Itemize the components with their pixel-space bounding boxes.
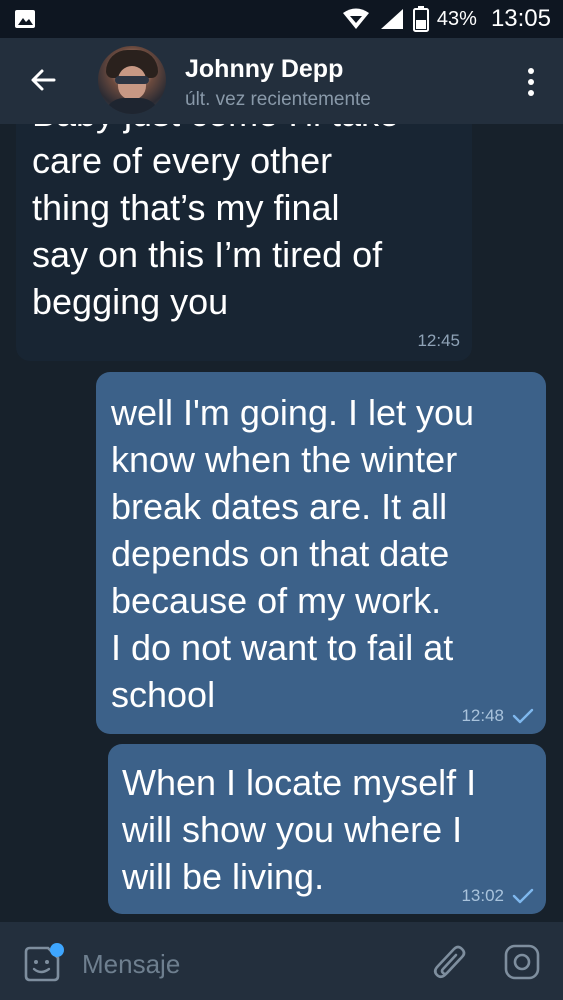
contact-name[interactable]: Johnny Depp <box>185 55 343 84</box>
message-text: Baby just come I'll take care of every o… <box>32 124 399 322</box>
message-bubble-outgoing[interactable]: well I'm going. I let you know when the … <box>96 372 546 734</box>
battery-percent: 43% <box>436 7 477 30</box>
message-bubble-incoming[interactable]: Baby just come I'll take care of every o… <box>16 124 472 361</box>
image-notification-icon <box>15 10 35 28</box>
message-time: 13:02 <box>461 886 504 905</box>
clock: 13:05 <box>490 5 551 32</box>
message-bubble-outgoing[interactable]: When I locate myself I will show you whe… <box>108 744 546 914</box>
sticker-icon[interactable] <box>20 942 64 986</box>
signal-icon <box>380 9 403 29</box>
chat-header: Johnny Depp últ. vez recientemente <box>0 38 563 124</box>
more-options-icon[interactable] <box>523 66 539 98</box>
avatar[interactable] <box>98 46 166 114</box>
message-text: well I'm going. I let you know when the … <box>111 392 475 715</box>
message-input[interactable] <box>80 944 384 984</box>
message-input-bar <box>0 922 563 1000</box>
message-time: 12:45 <box>417 331 460 350</box>
check-icon <box>512 708 534 724</box>
battery-icon <box>412 6 429 32</box>
message-list[interactable]: Baby just come I'll take care of every o… <box>0 124 563 922</box>
message-text: When I locate myself I will show you whe… <box>122 762 477 897</box>
wifi-icon <box>342 8 369 29</box>
paperclip-icon[interactable] <box>430 941 470 985</box>
check-icon <box>512 888 534 904</box>
camera-icon[interactable] <box>502 942 542 982</box>
contact-status: últ. vez recientemente <box>185 89 371 110</box>
message-time: 12:48 <box>461 706 504 725</box>
status-bar: 43% 13:05 <box>0 0 563 38</box>
back-arrow-icon[interactable] <box>24 60 64 100</box>
